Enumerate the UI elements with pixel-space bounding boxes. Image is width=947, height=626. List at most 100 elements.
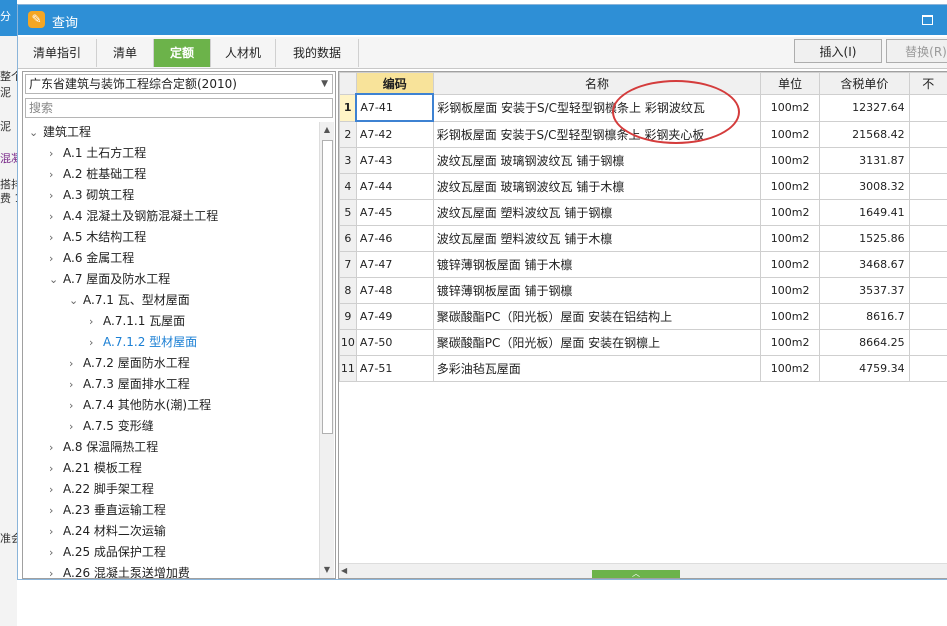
scroll-thumb[interactable]: [322, 140, 333, 434]
name-cell[interactable]: 波纹瓦屋面 玻璃钢波纹瓦 铺于木檩: [432, 173, 762, 200]
code-cell[interactable]: A7-51: [355, 355, 434, 382]
price-header[interactable]: 含税单价: [819, 72, 910, 95]
tree-node[interactable]: › A.6 金属工程: [49, 248, 134, 268]
expanded-chevron-icon[interactable]: ⌄: [49, 270, 63, 290]
code-cell[interactable]: A7-46: [355, 225, 434, 252]
unit-cell[interactable]: 100m2: [760, 93, 821, 122]
tree-node[interactable]: › A.26 混凝土泵送增加费: [49, 563, 190, 578]
row-number[interactable]: 1: [339, 93, 357, 122]
collapsed-chevron-icon[interactable]: ›: [89, 312, 103, 332]
name-cell[interactable]: 聚碳酸酯PC（阳光板）屋面 安装在钢檩上: [432, 329, 762, 356]
price-cell[interactable]: 3537.37: [819, 277, 910, 304]
title-bar[interactable]: ✎ 查询: [18, 5, 947, 35]
code-cell[interactable]: A7-50: [355, 329, 434, 356]
code-cell[interactable]: A7-44: [355, 173, 434, 200]
table-row[interactable]: 1 A7-41 彩钢板屋面 安装于S/C型轻型钢檩条上 彩钢波纹瓦 100m2 1232…: [339, 93, 947, 122]
collapsed-chevron-icon[interactable]: ›: [49, 459, 63, 479]
expand-handle[interactable]: ︿: [592, 570, 680, 578]
maximize-icon[interactable]: [922, 15, 933, 25]
extra-header[interactable]: 不: [908, 72, 947, 95]
tree-node[interactable]: ⌄ A.7.1 瓦、型材屋面: [69, 290, 190, 310]
extra-cell[interactable]: [908, 120, 947, 148]
extra-cell[interactable]: [908, 93, 947, 122]
unit-cell[interactable]: 100m2: [760, 199, 821, 226]
extra-cell[interactable]: [908, 147, 947, 174]
price-cell[interactable]: 21568.42: [819, 120, 910, 148]
unit-cell[interactable]: 100m2: [760, 355, 821, 382]
unit-cell[interactable]: 100m2: [760, 225, 821, 252]
tree-node[interactable]: › A.4 混凝土及钢筋混凝土工程: [49, 206, 218, 226]
table-row[interactable]: 3 A7-43 波纹瓦屋面 玻璃钢波纹瓦 铺于钢檩 100m2 3131.87: [339, 147, 947, 174]
scroll-down-icon[interactable]: ▼: [320, 562, 334, 578]
tree-node[interactable]: › A.24 材料二次运输: [49, 521, 166, 541]
tree-node[interactable]: › A.25 成品保护工程: [49, 542, 166, 562]
library-select[interactable]: 广东省建筑与装饰工程综合定额(2010) ▼: [25, 74, 333, 94]
collapsed-chevron-icon[interactable]: ›: [49, 144, 63, 164]
table-row[interactable]: 5 A7-45 波纹瓦屋面 塑料波纹瓦 铺于钢檩 100m2 1649.41: [339, 199, 947, 226]
row-number[interactable]: 3: [339, 147, 357, 174]
code-cell[interactable]: A7-47: [355, 251, 434, 278]
table-row[interactable]: 6 A7-46 波纹瓦屋面 塑料波纹瓦 铺于木檩 100m2 1525.86: [339, 225, 947, 252]
replace-button[interactable]: 替换(R): [886, 39, 947, 63]
collapsed-chevron-icon[interactable]: ›: [49, 228, 63, 248]
row-number[interactable]: 4: [339, 173, 357, 200]
collapsed-chevron-icon[interactable]: ›: [89, 333, 103, 353]
collapsed-chevron-icon[interactable]: ›: [49, 249, 63, 269]
search-input[interactable]: 搜索: [25, 98, 333, 118]
unit-cell[interactable]: 100m2: [760, 277, 821, 304]
price-cell[interactable]: 1525.86: [819, 225, 910, 252]
price-cell[interactable]: 3008.32: [819, 173, 910, 200]
scroll-left-icon[interactable]: ◀: [341, 564, 347, 578]
unit-cell[interactable]: 100m2: [760, 329, 821, 356]
table-row[interactable]: 4 A7-44 波纹瓦屋面 玻璃钢波纹瓦 铺于木檩 100m2 3008.32: [339, 173, 947, 200]
unit-cell[interactable]: 100m2: [760, 303, 821, 330]
code-cell[interactable]: A7-45: [355, 199, 434, 226]
row-number[interactable]: 7: [339, 251, 357, 278]
tree-node[interactable]: › A.7.5 变形缝: [69, 416, 154, 436]
tab-quota[interactable]: 定额: [154, 39, 211, 67]
row-number[interactable]: 10: [339, 329, 357, 356]
tree-scrollbar[interactable]: ▲ ▼: [319, 122, 334, 578]
row-number[interactable]: 9: [339, 303, 357, 330]
collapsed-chevron-icon[interactable]: ›: [49, 501, 63, 521]
name-cell[interactable]: 波纹瓦屋面 塑料波纹瓦 铺于木檩: [432, 225, 762, 252]
tree-node[interactable]: › A.23 垂直运输工程: [49, 500, 166, 520]
name-cell[interactable]: 彩钢板屋面 安装于S/C型轻型钢檩条上 彩钢波纹瓦: [432, 93, 762, 122]
price-cell[interactable]: 12327.64: [819, 93, 910, 122]
name-cell[interactable]: 彩钢板屋面 安装于S/C型轻型钢檩条上 彩钢夹心板: [432, 120, 762, 148]
name-cell[interactable]: 波纹瓦屋面 玻璃钢波纹瓦 铺于钢檩: [432, 147, 762, 174]
unit-cell[interactable]: 100m2: [760, 173, 821, 200]
row-number[interactable]: 11: [339, 355, 357, 382]
collapsed-chevron-icon[interactable]: ›: [49, 438, 63, 458]
code-cell[interactable]: A7-48: [355, 277, 434, 304]
scroll-up-icon[interactable]: ▲: [320, 122, 334, 138]
table-row[interactable]: 7 A7-47 镀锌薄钢板屋面 铺于木檩 100m2 3468.67: [339, 251, 947, 278]
collapsed-chevron-icon[interactable]: ›: [69, 354, 83, 374]
code-cell[interactable]: A7-41: [355, 93, 435, 122]
tree-node[interactable]: › A.8 保温隔热工程: [49, 437, 158, 457]
price-cell[interactable]: 4759.34: [819, 355, 910, 382]
tree-node[interactable]: ⌄ A.7 屋面及防水工程: [49, 269, 170, 289]
name-cell[interactable]: 多彩油毡瓦屋面: [432, 355, 762, 382]
unit-header[interactable]: 单位: [760, 72, 821, 95]
tree-node[interactable]: › A.2 桩基础工程: [49, 164, 146, 184]
tab-my-data[interactable]: 我的数据: [276, 39, 359, 67]
price-cell[interactable]: 8664.25: [819, 329, 910, 356]
name-cell[interactable]: 聚碳酸酯PC（阳光板）屋面 安装在铝结构上: [432, 303, 762, 330]
collapsed-chevron-icon[interactable]: ›: [49, 480, 63, 500]
extra-cell[interactable]: [908, 225, 947, 252]
tree-node[interactable]: › A.7.1.1 瓦屋面: [89, 311, 185, 331]
tab-list[interactable]: 清单: [97, 39, 154, 67]
code-header[interactable]: 编码: [355, 72, 434, 95]
code-cell[interactable]: A7-49: [355, 303, 434, 330]
unit-cell[interactable]: 100m2: [760, 120, 821, 148]
name-header[interactable]: 名称: [432, 72, 762, 95]
table-row[interactable]: 8 A7-48 镀锌薄钢板屋面 铺于钢檩 100m2 3537.37: [339, 277, 947, 304]
tree-node[interactable]: › A.1 土石方工程: [49, 143, 146, 163]
tree-node[interactable]: › A.21 模板工程: [49, 458, 142, 478]
tree-node[interactable]: › A.7.1.2 型材屋面: [89, 332, 197, 352]
insert-button[interactable]: 插入(I): [794, 39, 882, 63]
tree-node[interactable]: › A.7.2 屋面防水工程: [69, 353, 190, 373]
row-number[interactable]: 5: [339, 199, 357, 226]
collapsed-chevron-icon[interactable]: ›: [49, 207, 63, 227]
